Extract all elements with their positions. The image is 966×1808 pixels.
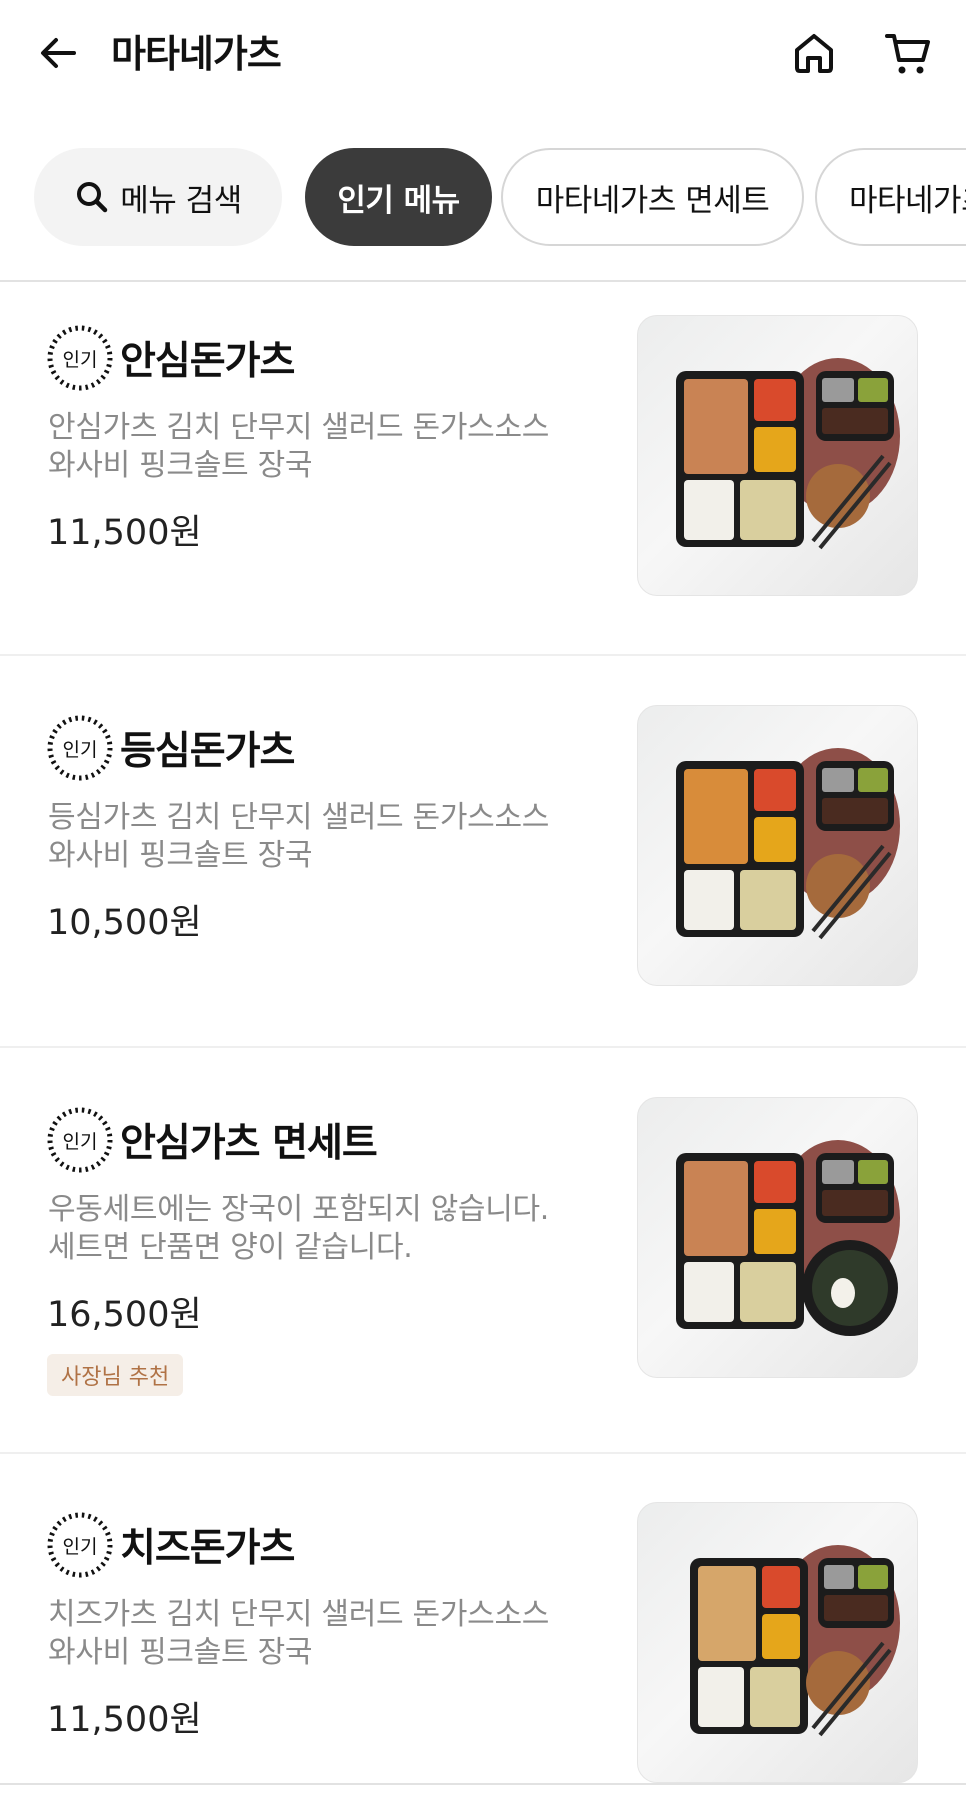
svg-text:인기: 인기	[63, 1131, 98, 1153]
cart-icon	[885, 34, 930, 74]
menu-item-title-row: 인기 치즈돈가츠	[46, 1511, 295, 1579]
menu-item-title-row: 인기 안심돈가츠	[46, 324, 295, 392]
menu-item-title-row: 인기 안심가츠 면세트	[46, 1106, 378, 1174]
cart-button[interactable]	[880, 25, 936, 81]
owner-recommend-badge: 사장님 추천	[47, 1354, 184, 1396]
menu-item-price: 11,500원	[47, 1700, 202, 1740]
description-line: 치즈가츠 김치 단무지 샐러드 돈가스소스	[48, 1597, 550, 1632]
popular-badge-icon: 인기	[47, 325, 113, 391]
description-line: 와사비 핑크솔트 장국	[48, 838, 313, 873]
menu-item-image	[637, 1097, 918, 1378]
chip-matanegatsu[interactable]: 마타네가츠	[815, 148, 966, 246]
menu-item-description: 우동세트에는 장국이 포함되지 않습니다. 세트면 단품면 양이 같습니다.	[48, 1191, 608, 1267]
popular-badge-icon: 인기	[47, 1107, 113, 1173]
menu-item-description: 등심가츠 김치 단무지 샐러드 돈가스소스 와사비 핑크솔트 장국	[48, 799, 608, 875]
popular-badge-icon: 인기	[47, 1512, 113, 1578]
menu-item-title-row: 인기 등심돈가츠	[46, 714, 295, 782]
menu-item-name: 안심가츠 면세트	[120, 1121, 378, 1166]
menu-item[interactable]: 인기 치즈돈가츠 치즈가츠 김치 단무지 샐러드 돈가스소스 와사비 핑크솔트 …	[0, 1454, 966, 1784]
menu-search-label: 메뉴 검색	[120, 182, 242, 219]
menu-item[interactable]: 인기 안심돈가츠 안심가츠 김치 단무지 샐러드 돈가스소스 와사비 핑크솔트 …	[0, 282, 966, 654]
description-line: 와사비 핑크솔트 장국	[48, 448, 313, 483]
description-line: 안심가츠 김치 단무지 샐러드 돈가스소스	[48, 410, 550, 445]
chip-popular-menu[interactable]: 인기 메뉴	[305, 148, 492, 246]
description-line: 등심가츠 김치 단무지 샐러드 돈가스소스	[48, 800, 550, 835]
menu-item-name: 안심돈가츠	[120, 339, 295, 384]
menu-item-price: 16,500원	[47, 1295, 202, 1335]
page-title: 마타네가츠	[111, 32, 282, 76]
svg-text:인기: 인기	[63, 1536, 98, 1558]
menu-item-price: 10,500원	[47, 903, 202, 943]
arrow-left-icon	[41, 38, 76, 68]
menu-item-image	[637, 1502, 918, 1783]
menu-item[interactable]: 인기 안심가츠 면세트 우동세트에는 장국이 포함되지 않습니다. 세트면 단품…	[0, 1048, 966, 1452]
menu-item-name: 등심돈가츠	[120, 729, 295, 774]
description-line: 우동세트에는 장국이 포함되지 않습니다.	[48, 1192, 550, 1227]
svg-text:인기: 인기	[63, 349, 98, 371]
menu-item-image	[637, 315, 918, 596]
svg-text:인기: 인기	[63, 739, 98, 761]
search-icon	[74, 179, 110, 215]
menu-item-image	[637, 705, 918, 986]
app-header: 마타네가츠	[0, 0, 966, 110]
menu-item-description: 치즈가츠 김치 단무지 샐러드 돈가스소스 와사비 핑크솔트 장국	[48, 1596, 608, 1672]
popular-badge-icon: 인기	[47, 715, 113, 781]
back-button[interactable]	[30, 25, 86, 81]
description-line: 세트면 단품면 양이 같습니다.	[48, 1230, 413, 1265]
list-bottom-divider	[0, 1783, 966, 1785]
category-chip-bar: 메뉴 검색 인기 메뉴 마타네가츠 면세트 마타네가츠	[0, 148, 966, 248]
home-button[interactable]	[786, 25, 842, 81]
description-line: 와사비 핑크솔트 장국	[48, 1635, 313, 1670]
menu-item-price: 11,500원	[47, 513, 202, 553]
chip-matanegatsu-noodle-set[interactable]: 마타네가츠 면세트	[501, 148, 804, 246]
home-icon	[795, 34, 833, 73]
menu-item-name: 치즈돈가츠	[120, 1526, 295, 1571]
menu-item-description: 안심가츠 김치 단무지 샐러드 돈가스소스 와사비 핑크솔트 장국	[48, 409, 608, 485]
menu-search-chip[interactable]: 메뉴 검색	[34, 148, 282, 246]
menu-item[interactable]: 인기 등심돈가츠 등심가츠 김치 단무지 샐러드 돈가스소스 와사비 핑크솔트 …	[0, 656, 966, 1046]
